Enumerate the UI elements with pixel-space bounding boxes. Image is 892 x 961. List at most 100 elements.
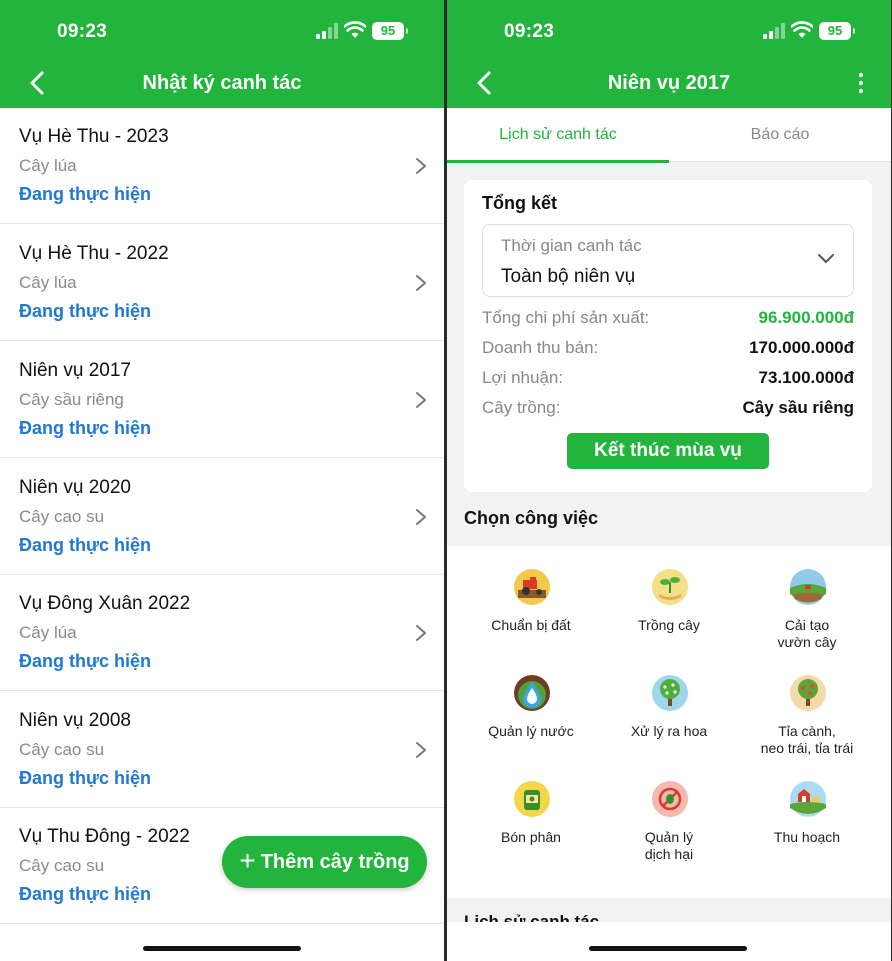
list-item[interactable]: Vụ Đông Xuân 2022 Cây lúa Đang thực hiện xyxy=(0,575,444,691)
period-select[interactable]: Thời gian canh tác Toàn bộ niên vụ xyxy=(482,224,854,297)
chevron-right-icon xyxy=(416,158,426,174)
task-tile[interactable]: Xử lý ra hoa xyxy=(595,652,743,758)
item-status: Đang thực hiện xyxy=(19,418,152,438)
flowering-tree-icon xyxy=(652,675,688,711)
more-options-icon[interactable] xyxy=(857,70,865,96)
chevron-right-icon xyxy=(416,275,426,291)
status-time: 09:23 xyxy=(57,21,108,42)
item-status: Đang thực hiện xyxy=(19,768,152,788)
pest-control-icon xyxy=(652,781,688,817)
tractor-icon xyxy=(514,569,550,605)
cellular-signal-icon xyxy=(763,23,785,39)
summary-row-cost: Tổng chi phí sản xuất: 96.900.000đ xyxy=(482,308,854,332)
item-title: Niên vụ 2020 xyxy=(19,477,131,498)
period-label: Thời gian canh tác xyxy=(501,236,642,255)
row-value: 96.900.000đ xyxy=(758,308,854,327)
task-label: Chuẩn bị đất xyxy=(491,617,571,633)
task-label: Quản lý nước xyxy=(488,723,574,739)
task-tile[interactable]: Bón phân xyxy=(457,758,605,864)
tab-history[interactable]: Lịch sử canh tác xyxy=(447,108,669,163)
add-crop-button[interactable]: + Thêm cây trồng xyxy=(222,836,427,888)
battery-indicator: 95 xyxy=(372,22,408,40)
item-crop: Cây cao su xyxy=(19,740,105,759)
item-title: Vụ Hè Thu - 2023 xyxy=(19,126,169,147)
item-status: Đang thực hiện xyxy=(19,301,152,321)
list-item[interactable]: Vụ Hè Thu - 2022 Cây lúa Đang thực hiện xyxy=(0,225,444,341)
bottom-safe-area xyxy=(447,922,891,961)
task-label: Quản lý dịch hại xyxy=(644,829,694,862)
task-label: Tỉa cành, neo trái, tỉa trái xyxy=(760,723,854,756)
journal-list-screen: 09:23 95 Nhật ký canh tác Vụ Hè Thu - 20… xyxy=(0,0,444,961)
row-value: Cây sầu riêng xyxy=(742,398,855,417)
chevron-down-icon xyxy=(818,254,834,263)
water-drop-icon xyxy=(514,675,550,711)
battery-indicator: 95 xyxy=(819,22,855,40)
fruit-tree-icon xyxy=(790,675,826,711)
item-status: Đang thực hiện xyxy=(19,651,152,671)
seedling-hand-icon xyxy=(652,569,688,605)
nav-bar: Nhật ký canh tác xyxy=(0,62,444,108)
cellular-signal-icon xyxy=(316,23,338,39)
item-status: Đang thực hiện xyxy=(19,184,152,204)
farm-field-icon xyxy=(790,569,826,605)
task-tile[interactable]: Tỉa cành, neo trái, tỉa trái xyxy=(733,652,881,758)
task-label: Xử lý ra hoa xyxy=(630,723,708,739)
item-title: Niên vụ 2017 xyxy=(19,360,131,381)
tasks-section-title: Chọn công việc xyxy=(464,508,599,528)
task-tile[interactable]: Trồng cây xyxy=(595,546,743,652)
wifi-icon xyxy=(344,21,366,38)
add-crop-label: Thêm cây trồng xyxy=(260,850,410,873)
chevron-right-icon xyxy=(416,392,426,408)
item-status: Đang thực hiện xyxy=(19,535,152,555)
row-value: 73.100.000đ xyxy=(758,368,854,387)
summary-row-crop: Cây trồng: Cây sầu riêng xyxy=(482,398,854,422)
task-tile[interactable]: Cải tạo vườn cây xyxy=(733,546,881,652)
task-tile[interactable]: Thu hoạch xyxy=(733,758,881,864)
item-crop: Cây cao su xyxy=(19,507,105,526)
task-tile[interactable]: Quản lý dịch hại xyxy=(595,758,743,864)
item-title: Niên vụ 2008 xyxy=(19,710,131,731)
item-crop: Cây lúa xyxy=(19,156,77,175)
item-title: Vụ Đông Xuân 2022 xyxy=(19,593,191,614)
status-bar: 09:23 95 xyxy=(0,0,444,62)
wifi-icon xyxy=(791,21,813,38)
task-grid: Chuẩn bị đất Trồng cây Cải tạo vườn cây … xyxy=(447,546,891,898)
item-status: Đang thực hiện xyxy=(19,884,152,904)
row-label: Tổng chi phí sản xuất: xyxy=(482,308,650,327)
chevron-right-icon xyxy=(416,625,426,641)
list-item[interactable]: Niên vụ 2017 Cây sầu riêng Đang thực hiệ… xyxy=(0,342,444,458)
fertilizer-bag-icon xyxy=(514,781,550,817)
period-value: Toàn bộ niên vụ xyxy=(501,266,636,287)
row-label: Cây trồng: xyxy=(482,398,561,417)
item-crop: Cây cao su xyxy=(19,856,105,875)
list-item[interactable]: Niên vụ 2008 Cây cao su Đang thực hiện xyxy=(0,692,444,808)
summary-title: Tổng kết xyxy=(482,193,557,213)
item-crop: Cây lúa xyxy=(19,623,77,642)
task-label: Trồng cây xyxy=(638,617,700,633)
page-title: Nhật ký canh tác xyxy=(142,72,302,94)
task-label: Bón phân xyxy=(501,829,561,845)
task-tile[interactable]: Quản lý nước xyxy=(457,652,605,758)
end-season-button[interactable]: Kết thúc mùa vụ xyxy=(567,433,769,469)
home-indicator[interactable] xyxy=(589,946,747,951)
task-label: Cải tạo vườn cây xyxy=(777,617,837,650)
task-tile[interactable]: Chuẩn bị đất xyxy=(457,546,605,652)
home-indicator[interactable] xyxy=(143,946,301,951)
page-title: Niên vụ 2017 xyxy=(607,72,731,94)
status-bar: 09:23 95 xyxy=(447,0,891,62)
summary-row-profit: Lợi nhuận: 73.100.000đ xyxy=(482,368,854,392)
tab-report[interactable]: Báo cáo xyxy=(669,108,891,162)
nav-bar: Niên vụ 2017 xyxy=(447,62,891,108)
plus-icon: + xyxy=(239,844,256,876)
item-crop: Cây sầu riêng xyxy=(19,390,124,409)
season-detail-screen: 09:23 95 Niên vụ 2017 Lịch sử canh tác B… xyxy=(447,0,891,961)
list-item[interactable]: Niên vụ 2020 Cây cao su Đang thực hiện xyxy=(0,459,444,575)
tab-bar: Lịch sử canh tác Báo cáo xyxy=(447,108,891,163)
row-label: Lợi nhuận: xyxy=(482,368,564,387)
status-time: 09:23 xyxy=(504,21,555,42)
item-title: Vụ Hè Thu - 2022 xyxy=(19,243,169,264)
chevron-right-icon xyxy=(416,742,426,758)
task-label: Thu hoạch xyxy=(773,829,841,845)
summary-card: Tổng kết Thời gian canh tác Toàn bộ niên… xyxy=(464,180,872,492)
list-item[interactable]: Vụ Hè Thu - 2023 Cây lúa Đang thực hiện xyxy=(0,108,444,224)
